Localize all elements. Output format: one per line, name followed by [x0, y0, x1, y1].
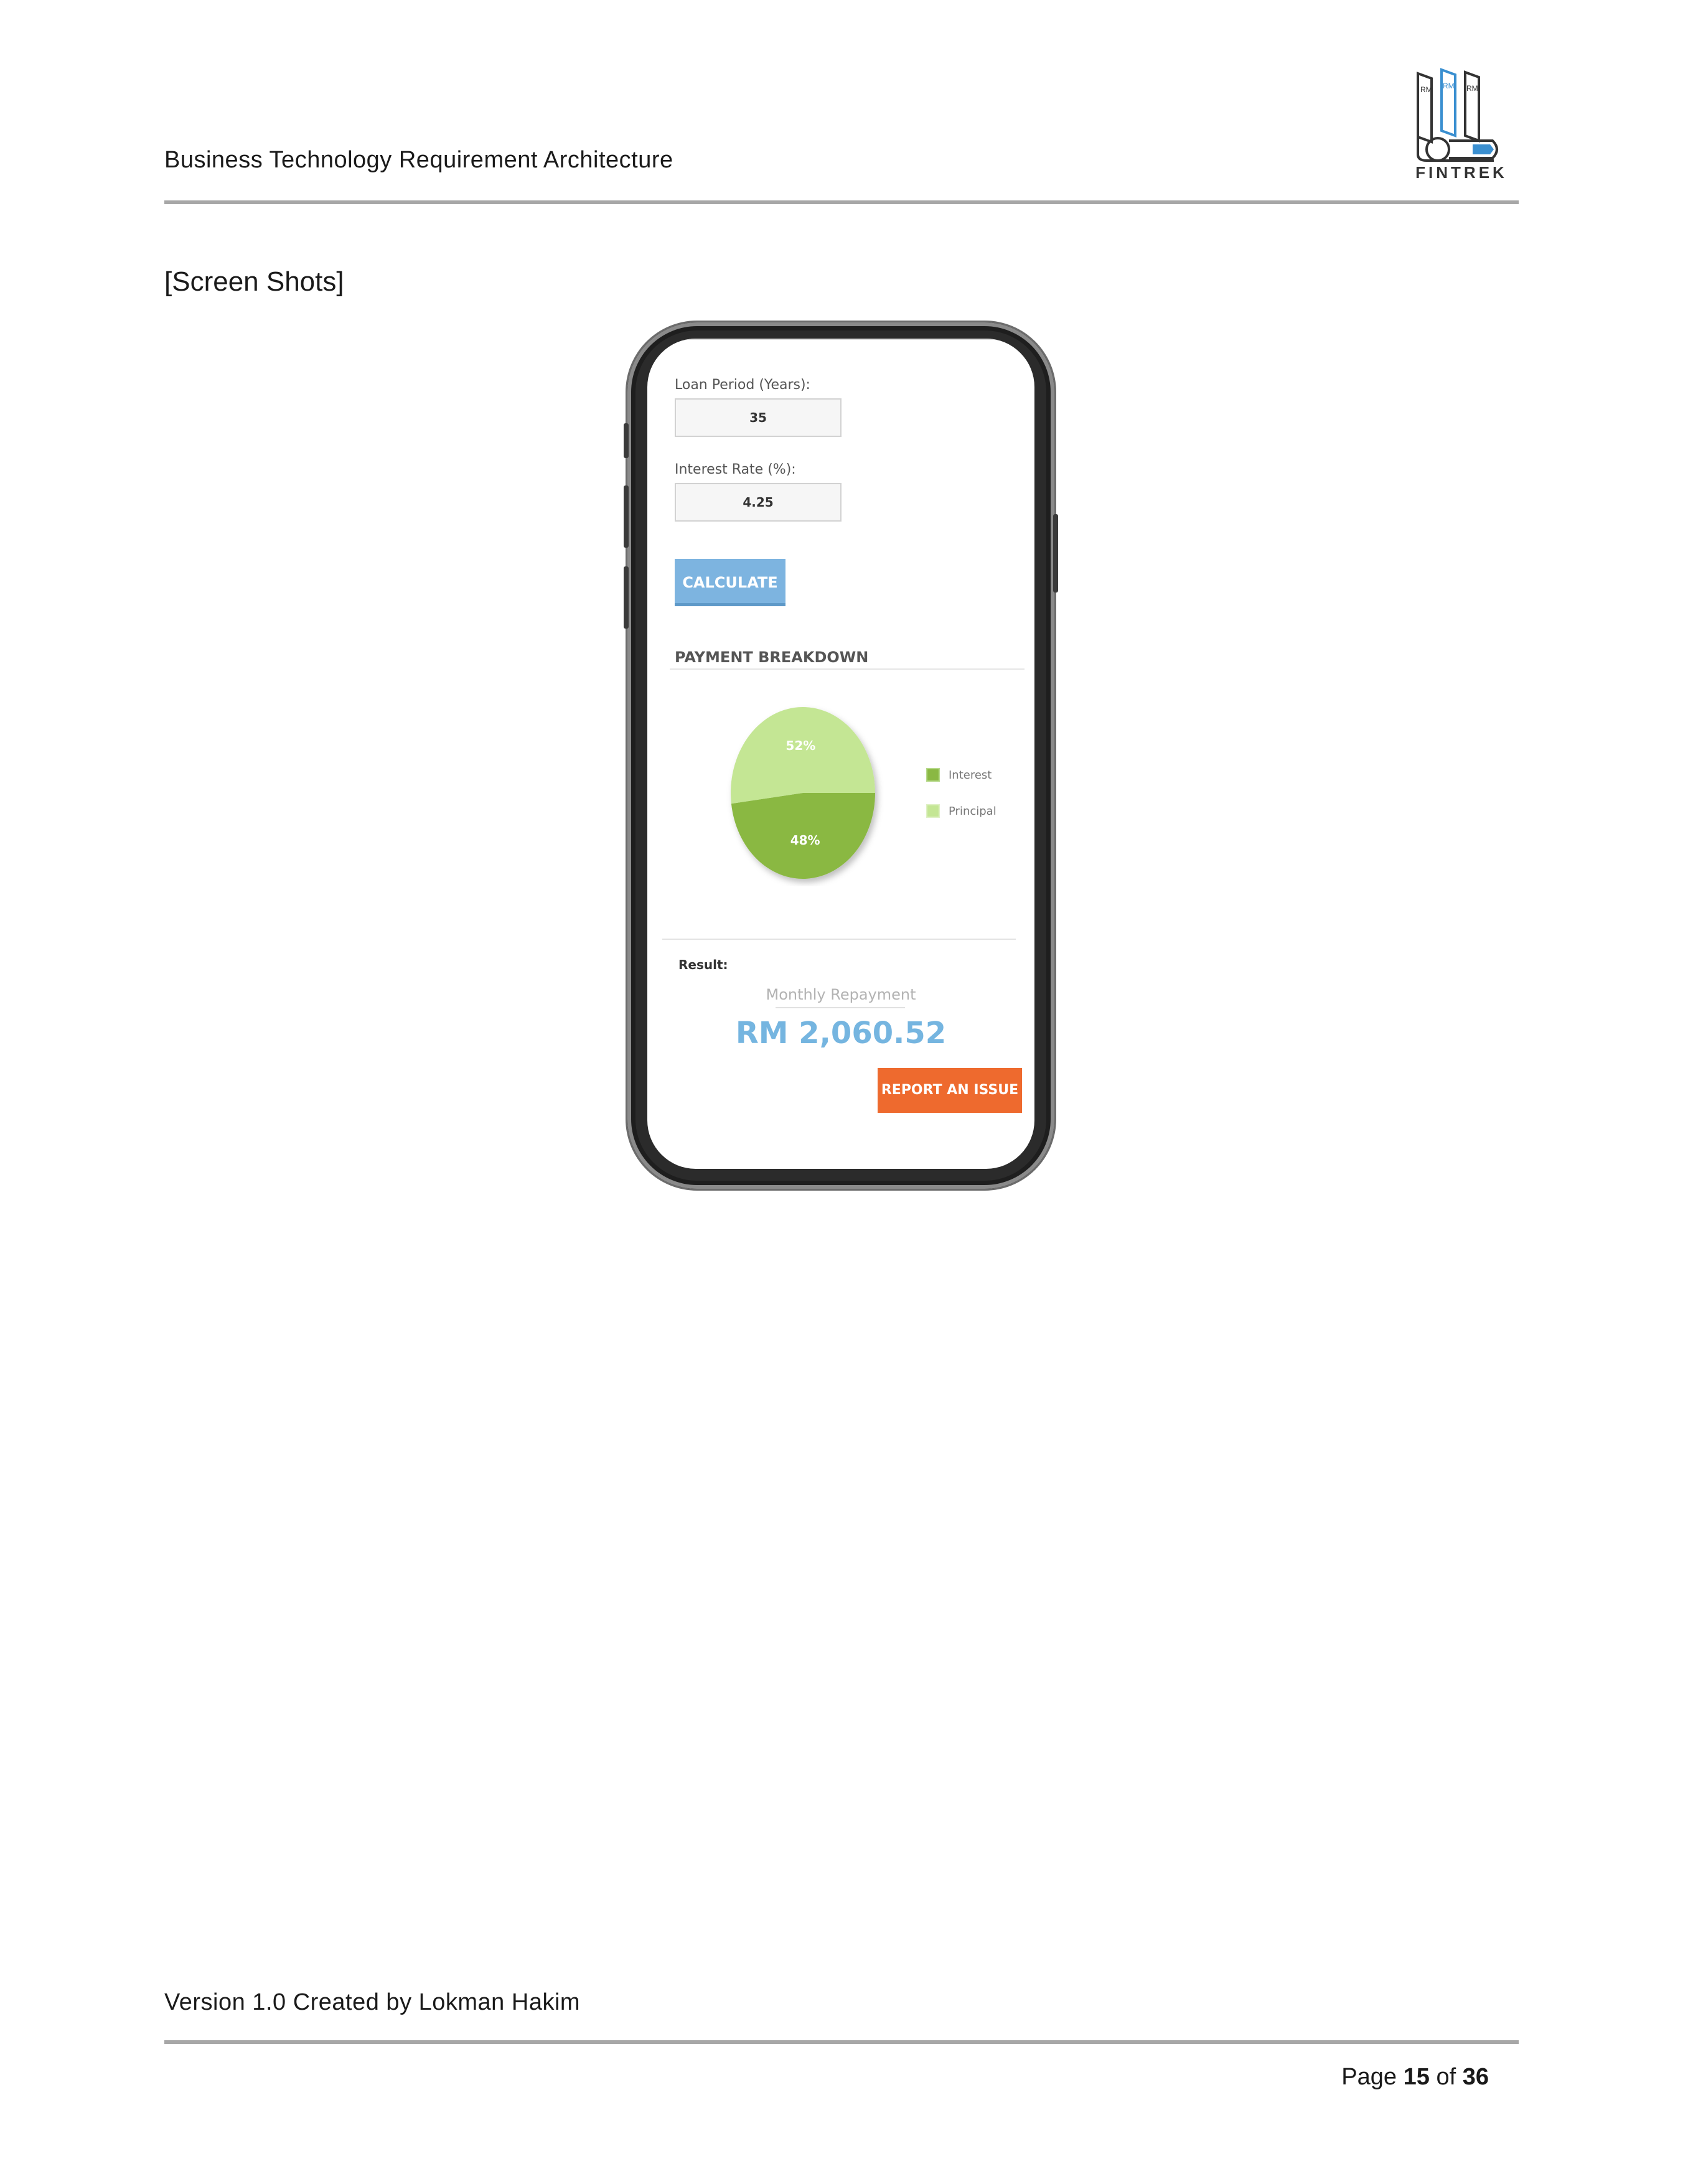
- phone-volume-down: [624, 566, 629, 629]
- pie-slice-principal: [731, 707, 875, 804]
- logo-wordmark: FINTREK: [1415, 163, 1507, 182]
- legend-item-interest: Interest: [926, 757, 996, 793]
- phone-power-button: [1053, 514, 1058, 593]
- legend-label-interest: Interest: [949, 768, 992, 782]
- breakdown-divider: [670, 668, 1025, 670]
- payment-breakdown-pie-chart: 48% 52%: [731, 707, 875, 879]
- phone-volume-up: [624, 485, 629, 548]
- legend-label-principal: Principal: [949, 804, 996, 818]
- result-label: Result:: [678, 957, 728, 972]
- page-total: 36: [1462, 2064, 1489, 2090]
- calculate-button[interactable]: CALCULATE: [675, 559, 785, 606]
- interest-rate-label: Interest Rate (%):: [675, 462, 796, 477]
- page-of: of: [1436, 2064, 1456, 2090]
- legend-swatch-interest: [926, 768, 940, 782]
- page-number: Page 15 of 36: [1341, 2064, 1489, 2091]
- pie-legend: Interest Principal: [926, 757, 996, 829]
- logo-rm-1: RM: [1420, 85, 1432, 94]
- page-current: 15: [1403, 2064, 1430, 2090]
- phone-mute-switch: [624, 423, 629, 458]
- interest-rate-input[interactable]: 4.25: [675, 483, 842, 522]
- result-divider: [662, 939, 1016, 940]
- footer-divider: [164, 2040, 1519, 2044]
- screen-top-divider: [647, 339, 1034, 340]
- monthly-repayment-label: Monthly Repayment: [766, 986, 916, 1003]
- page-prefix: Page: [1341, 2064, 1397, 2090]
- pie-label-interest: 48%: [790, 833, 820, 848]
- monthly-repayment-underline: [776, 1007, 905, 1008]
- logo-rm-2: RM: [1443, 82, 1455, 90]
- legend-swatch-principal: [926, 804, 940, 818]
- monthly-repayment-value: RM 2,060.52: [735, 1016, 947, 1051]
- footer-version-text: Version 1.0 Created by Lokman Hakim: [164, 1989, 581, 2015]
- report-issue-button[interactable]: REPORT AN ISSUE: [878, 1068, 1022, 1113]
- pie-label-principal: 52%: [785, 738, 815, 753]
- loan-period-input[interactable]: 35: [675, 398, 842, 437]
- loan-period-label: Loan Period (Years):: [675, 377, 810, 393]
- logo-rm-3: RM: [1466, 84, 1478, 93]
- payment-breakdown-title: PAYMENT BREAKDOWN: [675, 649, 869, 666]
- header-divider: [164, 200, 1519, 204]
- phone-screen: Loan Period (Years): 35 Interest Rate (%…: [647, 339, 1034, 1169]
- document-header-title: Business Technology Requirement Architec…: [164, 147, 673, 173]
- legend-item-principal: Principal: [926, 793, 996, 829]
- section-title: [Screen Shots]: [164, 266, 344, 297]
